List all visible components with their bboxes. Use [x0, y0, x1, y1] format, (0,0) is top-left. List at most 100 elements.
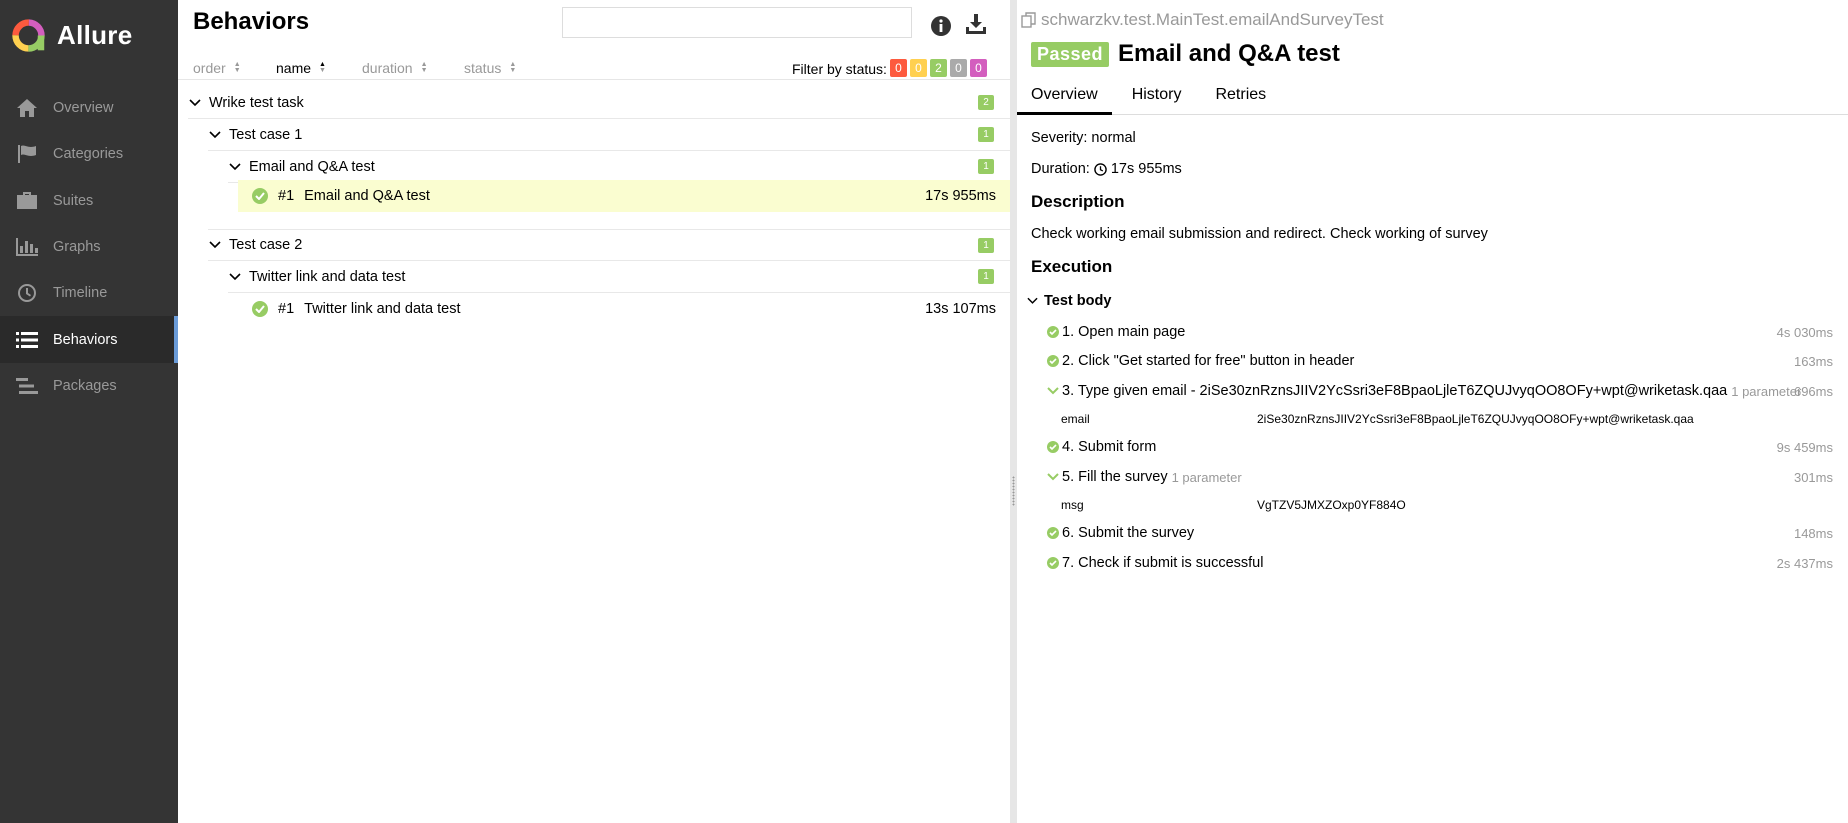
drag-handle-icon — [1012, 476, 1015, 506]
step-label: 4. Submit form — [1062, 439, 1157, 455]
tab-retries[interactable]: Retries — [1201, 82, 1280, 115]
sidebar-item-label: Overview — [53, 100, 114, 117]
step-label: 3. Type given email - 2iSe30znRznsJIIV2Y… — [1062, 383, 1728, 399]
bar-chart-icon — [15, 237, 39, 257]
filter-passed-badge[interactable]: 2 — [930, 59, 947, 77]
chevron-down-icon — [208, 128, 222, 142]
tree-group-case2[interactable]: Test case 2 1 — [208, 229, 1010, 261]
tree-group-label: Email and Q&A test — [249, 158, 375, 175]
passed-status-icon — [1046, 557, 1059, 570]
download-icon[interactable] — [964, 12, 988, 36]
sidebar-item-overview[interactable]: Overview — [0, 85, 178, 131]
sort-status[interactable]: status ▲ ▼ — [464, 60, 516, 76]
passed-status-icon — [1046, 527, 1059, 540]
sort-arrows-icon: ▲ ▼ — [233, 61, 241, 74]
sidebar-item-label: Behaviors — [53, 331, 118, 348]
sidebar-item-label: Categories — [53, 146, 124, 163]
execution-title: Execution — [1031, 257, 1113, 276]
param-name: msg — [1061, 498, 1084, 512]
test-duration: 17s 955ms — [925, 188, 996, 204]
step-label: 1. Open main page — [1062, 324, 1186, 340]
chevron-down-icon — [1046, 471, 1059, 484]
tree-group-epic[interactable]: Wrike test task 2 — [188, 87, 1010, 119]
filter-skipped-badge[interactable]: 0 — [950, 59, 967, 77]
sidebar-item-label: Graphs — [53, 239, 101, 256]
severity-field: Severity: normal — [1031, 130, 1136, 146]
info-icon[interactable] — [930, 15, 952, 37]
step-duration: 2s 437ms — [1776, 555, 1833, 571]
test-full-name: schwarzkv.test.MainTest.emailAndSurveyTe… — [1021, 10, 1384, 30]
count-badge: 1 — [978, 269, 994, 284]
filter-failed-badge[interactable]: 0 — [890, 59, 907, 77]
step-row[interactable]: 5. Fill the survey 1 parameter 301ms — [1046, 467, 1833, 487]
tree-group-story2[interactable]: Twitter link and data test 1 — [228, 261, 1010, 293]
test-title: Email and Q&A test — [1118, 40, 1340, 67]
step-row[interactable]: 2. Click "Get started for free" button i… — [1046, 351, 1833, 371]
sort-order[interactable]: order ▲ ▼ — [193, 60, 241, 76]
param-value: VgTZV5JMXZOxp0YF884O — [1257, 498, 1406, 512]
app-name: Allure — [57, 19, 133, 50]
description-text: Check working email submission and redir… — [1031, 226, 1488, 242]
home-icon — [15, 98, 39, 118]
step-row[interactable]: 4. Submit form 9s 459ms — [1046, 437, 1833, 457]
filter-unknown-badge[interactable]: 0 — [970, 59, 987, 77]
test-result-row[interactable]: #1 Email and Q&A test 17s 955ms — [238, 180, 1010, 212]
step-label: 5. Fill the survey — [1062, 469, 1168, 485]
step-label: 2. Click "Get started for free" button i… — [1062, 353, 1355, 369]
step-row[interactable]: 7. Check if submit is successful 2s 437m… — [1046, 553, 1833, 573]
sidebar-item-packages[interactable]: Packages — [0, 363, 178, 409]
step-param-count: 1 parameter — [1171, 469, 1242, 485]
search-input[interactable] — [562, 7, 912, 38]
passed-status-icon — [252, 301, 268, 317]
tree-group-label: Twitter link and data test — [249, 268, 406, 285]
sort-name[interactable]: name ▲ ▼ — [276, 60, 326, 76]
sort-duration[interactable]: duration ▲ ▼ — [362, 60, 428, 76]
step-row[interactable]: 6. Submit the survey 148ms — [1046, 523, 1833, 543]
sidebar-item-categories[interactable]: Categories — [0, 131, 178, 177]
sidebar-item-graphs[interactable]: Graphs — [0, 224, 178, 270]
chevron-down-icon — [188, 96, 202, 110]
sidebar-item-label: Packages — [53, 377, 117, 394]
step-parameter: email 2iSe30znRznsJIIV2YcSsri3eF8BpaoLjl… — [1061, 412, 1694, 426]
step-label: 7. Check if submit is successful — [1062, 555, 1264, 571]
sidebar-item-label: Timeline — [53, 285, 108, 302]
chevron-down-icon — [228, 160, 242, 174]
clock-icon — [1094, 162, 1107, 176]
count-badge: 1 — [978, 237, 994, 253]
step-row[interactable]: 1. Open main page 4s 030ms — [1046, 322, 1833, 342]
step-duration: 148ms — [1793, 525, 1833, 541]
status-filter: 0 0 2 0 0 — [890, 59, 987, 77]
filter-label: Filter by status: — [792, 61, 887, 77]
step-parameter: msg VgTZV5JMXZOxp0YF884O — [1061, 498, 1406, 512]
tree-panel: Behaviors order ▲ ▼ name ▲ ▼ duration ▲ ▼ s… — [178, 0, 1010, 823]
sidebar-item-suites[interactable]: Suites — [0, 178, 178, 224]
sidebar-item-behaviors[interactable]: Behaviors — [0, 316, 178, 364]
step-duration: 301ms — [1793, 469, 1833, 485]
list-icon — [15, 330, 39, 350]
tree-group-label: Test case 2 — [229, 237, 303, 253]
test-details-panel: schwarzkv.test.MainTest.emailAndSurveyTe… — [1017, 0, 1848, 823]
test-body-toggle[interactable]: Test body — [1027, 293, 1111, 309]
status-badge: Passed — [1031, 41, 1110, 67]
chevron-down-icon — [1027, 297, 1038, 304]
tab-history[interactable]: History — [1118, 82, 1196, 115]
copy-icon[interactable] — [1021, 11, 1037, 29]
count-badge: 1 — [978, 159, 994, 174]
sidebar-nav: Overview Categories Suites Graphs Timeli… — [0, 85, 178, 409]
tree-group-case1[interactable]: Test case 1 1 — [208, 119, 1010, 151]
test-result-label: Twitter link and data test — [304, 301, 461, 317]
test-result-row[interactable]: #1 Twitter link and data test 13s 107ms — [238, 293, 1010, 325]
step-row[interactable]: 3. Type given email - 2iSe30znRznsJIIV2Y… — [1046, 381, 1833, 401]
tree-group-story1[interactable]: Email and Q&A test 1 — [228, 151, 1010, 183]
tab-overview[interactable]: Overview — [1017, 82, 1112, 115]
test-header: Passed Email and Q&A test — [1031, 40, 1340, 68]
allure-logo[interactable]: Allure — [10, 17, 132, 53]
page-title: Behaviors — [193, 8, 310, 35]
pane-splitter[interactable] — [1010, 0, 1017, 823]
allure-logo-icon — [12, 18, 45, 52]
passed-status-icon — [1046, 326, 1059, 339]
param-value: 2iSe30znRznsJIIV2YcSsri3eF8BpaoLjleT6ZQU… — [1257, 412, 1694, 426]
sidebar-item-timeline[interactable]: Timeline — [0, 270, 178, 316]
test-order-number: #1 — [278, 188, 295, 204]
filter-broken-badge[interactable]: 0 — [910, 59, 927, 77]
